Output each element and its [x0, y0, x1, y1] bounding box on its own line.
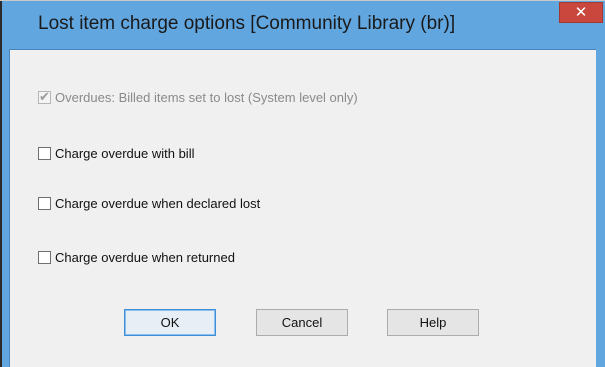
- option-label[interactable]: Charge overdue when declared lost: [55, 196, 260, 211]
- window-title: Lost item charge options [Community Libr…: [38, 13, 456, 34]
- checkmark-icon: ✔: [39, 88, 50, 104]
- window-frame-right: [596, 49, 605, 367]
- ok-button[interactable]: OK: [124, 309, 216, 336]
- checkbox-charge-when-returned[interactable]: [38, 250, 51, 264]
- close-icon: ✕: [574, 4, 588, 21]
- lost-item-charge-dialog: Lost item charge options [Community Libr…: [0, 0, 605, 367]
- option-label[interactable]: Charge overdue when returned: [55, 250, 235, 265]
- option-label: Overdues: Billed items set to lost (Syst…: [55, 89, 358, 105]
- checkbox-billed-items-lost: ✔: [38, 88, 51, 104]
- option-charge-with-bill[interactable]: Charge overdue with bill: [38, 144, 194, 162]
- checkbox-charge-when-declared-lost[interactable]: [38, 196, 51, 210]
- option-charge-when-declared-lost[interactable]: Charge overdue when declared lost: [38, 194, 260, 212]
- cancel-button[interactable]: Cancel: [256, 309, 348, 336]
- window-frame-left: [2, 49, 9, 367]
- option-label[interactable]: Charge overdue with bill: [55, 146, 194, 161]
- help-button[interactable]: Help: [387, 309, 479, 336]
- option-billed-items-lost: ✔ Overdues: Billed items set to lost (Sy…: [38, 88, 358, 106]
- title-bar[interactable]: Lost item charge options [Community Libr…: [2, 1, 605, 49]
- checkbox-charge-with-bill[interactable]: [38, 146, 51, 160]
- option-charge-when-returned[interactable]: Charge overdue when returned: [38, 248, 235, 266]
- close-button[interactable]: ✕: [559, 2, 603, 23]
